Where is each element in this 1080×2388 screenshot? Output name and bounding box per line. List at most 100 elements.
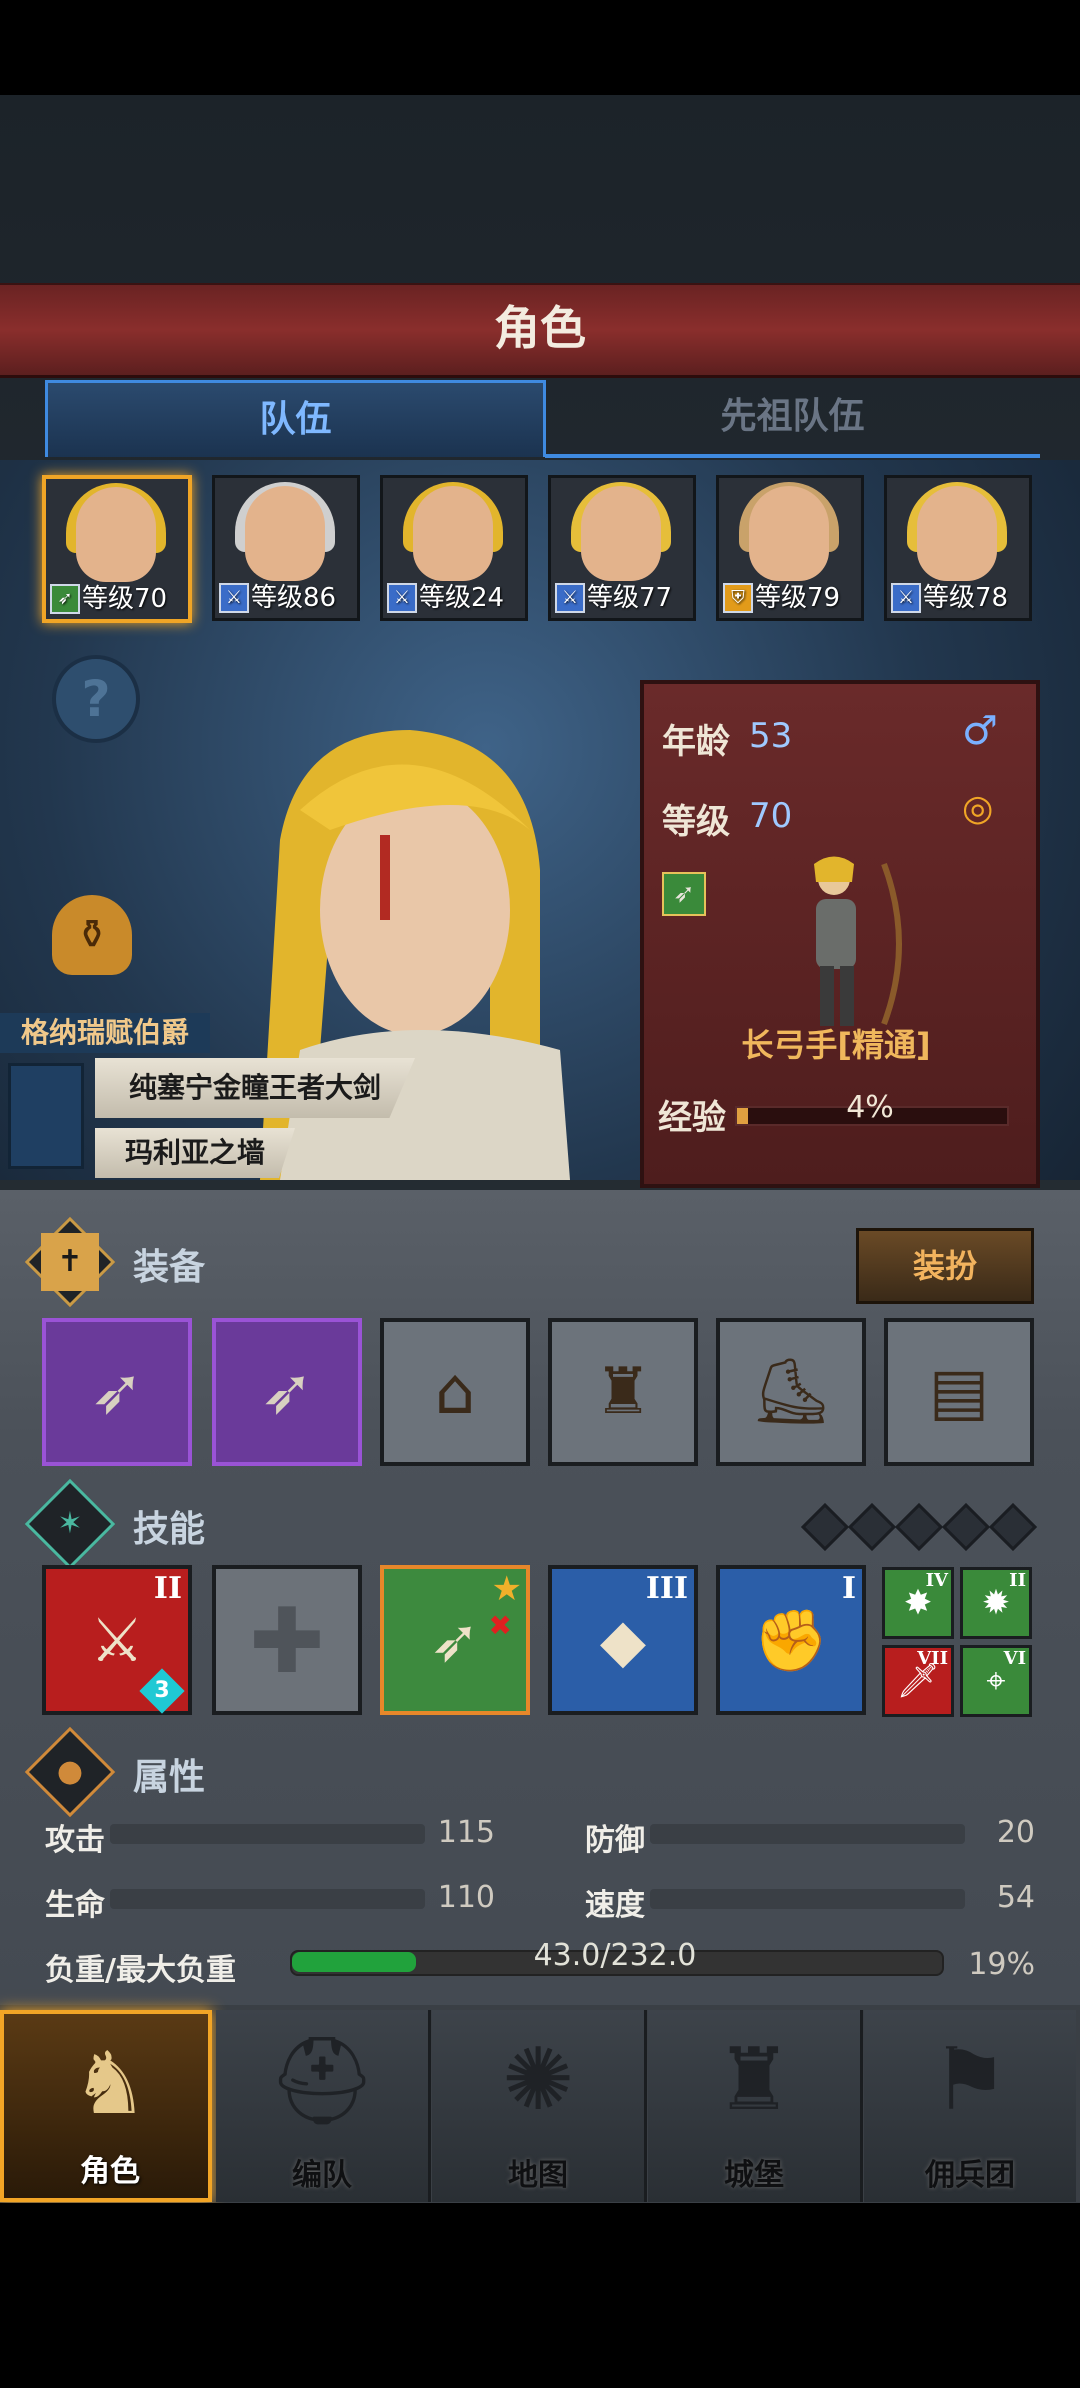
coat-icon: ♜: [594, 1355, 652, 1429]
party-member-2[interactable]: ⚔ 等级86: [212, 475, 360, 621]
weight-percent: 19%: [968, 1947, 1035, 1982]
skill-slot-1[interactable]: ⚔ II 3: [42, 1565, 192, 1715]
nav-mercenary[interactable]: ⚑ 佣兵团: [864, 2010, 1076, 2202]
star-icon: ✶: [24, 1478, 116, 1570]
bow-icon: ➶: [50, 584, 80, 614]
party-member-1[interactable]: ➶ 等级70: [42, 475, 192, 623]
book-icon: ▤: [928, 1355, 990, 1429]
age-label: 年龄: [662, 722, 730, 762]
equip-slot-bow[interactable]: ➶: [212, 1318, 362, 1466]
owner-label: 格纳瑞赋伯爵: [0, 1013, 210, 1053]
compass-icon: ✺: [501, 2030, 575, 2130]
nav-map[interactable]: ✺ 地图: [432, 2010, 647, 2202]
help-icon[interactable]: ?: [52, 655, 140, 743]
nav-label: 编队: [292, 2158, 352, 2193]
skill-rank: III: [645, 1571, 688, 1606]
equip-slot-boots[interactable]: ⛸: [716, 1318, 866, 1466]
empty-slot-cross-icon: ✚: [249, 1589, 325, 1694]
weapon-banner: 纯塞宁金瞳王者大剑: [95, 1058, 415, 1118]
hood-icon: ⌂: [434, 1355, 476, 1429]
equipment-title: 装备: [133, 1247, 206, 1288]
nav-formation[interactable]: ⛑ 编队: [216, 2010, 431, 2202]
defense-label: 防御: [585, 1823, 645, 1858]
defense-value: 20: [996, 1815, 1035, 1850]
portrait-face: [749, 486, 829, 581]
skill-badge: 3: [139, 1668, 185, 1714]
attack-bar: [110, 1824, 425, 1844]
equip-slot-bow[interactable]: ➶: [42, 1318, 192, 1466]
star-icon: ★: [491, 1569, 522, 1609]
nav-label: 角色: [80, 2154, 140, 2189]
party-member-6[interactable]: ⚔ 等级78: [884, 475, 1032, 621]
equip-slot-hood[interactable]: ⌂: [380, 1318, 530, 1466]
status-bar: [0, 0, 1080, 95]
skill-slot-4[interactable]: ◆ III: [548, 1565, 698, 1715]
party-level: 等级77: [587, 583, 673, 613]
bow-icon: ➶: [260, 1355, 314, 1429]
knight-icon: ♞: [71, 2034, 149, 2134]
nav-castle[interactable]: ♜ 城堡: [648, 2010, 863, 2202]
party-level: 等级70: [82, 584, 168, 614]
male-icon: ♂: [962, 708, 998, 754]
sword-icon: ⚔: [555, 583, 585, 613]
nav-character[interactable]: ♞ 角色: [0, 2010, 212, 2202]
dress-button[interactable]: 装扮: [856, 1228, 1034, 1304]
tab-ancestor-party[interactable]: 先祖队伍: [545, 380, 1040, 458]
class-figure: [814, 856, 902, 1026]
mini-skill-1[interactable]: ✸ IV: [882, 1567, 954, 1639]
defense-bar: [650, 1824, 965, 1844]
tab-bar: 队伍 先祖队伍: [45, 380, 1045, 458]
equip-slot-coat[interactable]: ♜: [548, 1318, 698, 1466]
mini-skill-3[interactable]: 🗡 VII: [882, 1645, 954, 1717]
helmet-icon: ⛑: [267, 2031, 377, 2131]
skill-rank: II: [153, 1571, 182, 1606]
party-member-3[interactable]: ⚔ 等级24: [380, 475, 528, 621]
equip-slot-book[interactable]: ▤: [884, 1318, 1034, 1466]
sword-icon: ⚔: [219, 583, 249, 613]
castle-icon: ♜: [715, 2030, 793, 2130]
class-name: 长弓手[精通]: [741, 1026, 931, 1064]
party-level: 等级86: [251, 583, 337, 613]
age-value: 53: [749, 716, 793, 756]
attack-label: 攻击: [45, 1823, 105, 1858]
bow-class-icon: ➶: [662, 872, 706, 916]
skill-slot-empty[interactable]: ✚: [212, 1565, 362, 1715]
attack-value: 115: [437, 1815, 495, 1850]
mini-skill-2[interactable]: ✹ II: [960, 1567, 1032, 1639]
mini-skill-4[interactable]: ⌖ VI: [960, 1645, 1032, 1717]
speed-label: 速度: [585, 1888, 645, 1923]
hp-value: 110: [437, 1880, 495, 1915]
shield-icon: ⛨: [723, 583, 753, 613]
portrait-face: [76, 487, 156, 582]
speed-bar: [650, 1889, 965, 1909]
skill-rank: I: [841, 1571, 856, 1606]
portrait-face: [917, 486, 997, 581]
party-level: 等级78: [923, 583, 1009, 613]
skill-slot-5[interactable]: ✊ I: [716, 1565, 866, 1715]
skill-slot-3[interactable]: ➶ ★ ✖: [380, 1565, 530, 1715]
potion-icon[interactable]: ⚱: [52, 895, 132, 975]
level-value: 70: [749, 796, 793, 836]
nav-label: 地图: [508, 2158, 568, 2193]
tab-party[interactable]: 队伍: [45, 380, 546, 457]
weight-value: 43.0/232.0: [533, 1938, 697, 1973]
portrait-face: [245, 486, 325, 581]
hp-bar: [110, 1889, 425, 1909]
party-member-5[interactable]: ⛨ 等级79: [716, 475, 864, 621]
attributes-title: 属性: [133, 1757, 206, 1798]
system-nav-bar: [0, 2203, 1080, 2388]
party-member-4[interactable]: ⚔ 等级77: [548, 475, 696, 621]
attributes-header: ● 属性: [24, 1726, 1038, 1818]
exp-percent: 4%: [846, 1090, 894, 1125]
cross-icon: ✝: [24, 1216, 116, 1308]
page-title: 角色: [494, 301, 586, 355]
ring-icon: ◎: [962, 788, 994, 829]
gauntlet-icon: ✊: [753, 1606, 829, 1676]
sword-icon: ⚔: [891, 583, 921, 613]
level-label: 等级: [662, 802, 730, 842]
bow-icon: ➶: [90, 1355, 144, 1429]
skills-title: 技能: [133, 1509, 206, 1550]
portrait-face: [581, 486, 661, 581]
crest-icon: [8, 1063, 84, 1169]
nav-label: 城堡: [724, 2158, 784, 2193]
